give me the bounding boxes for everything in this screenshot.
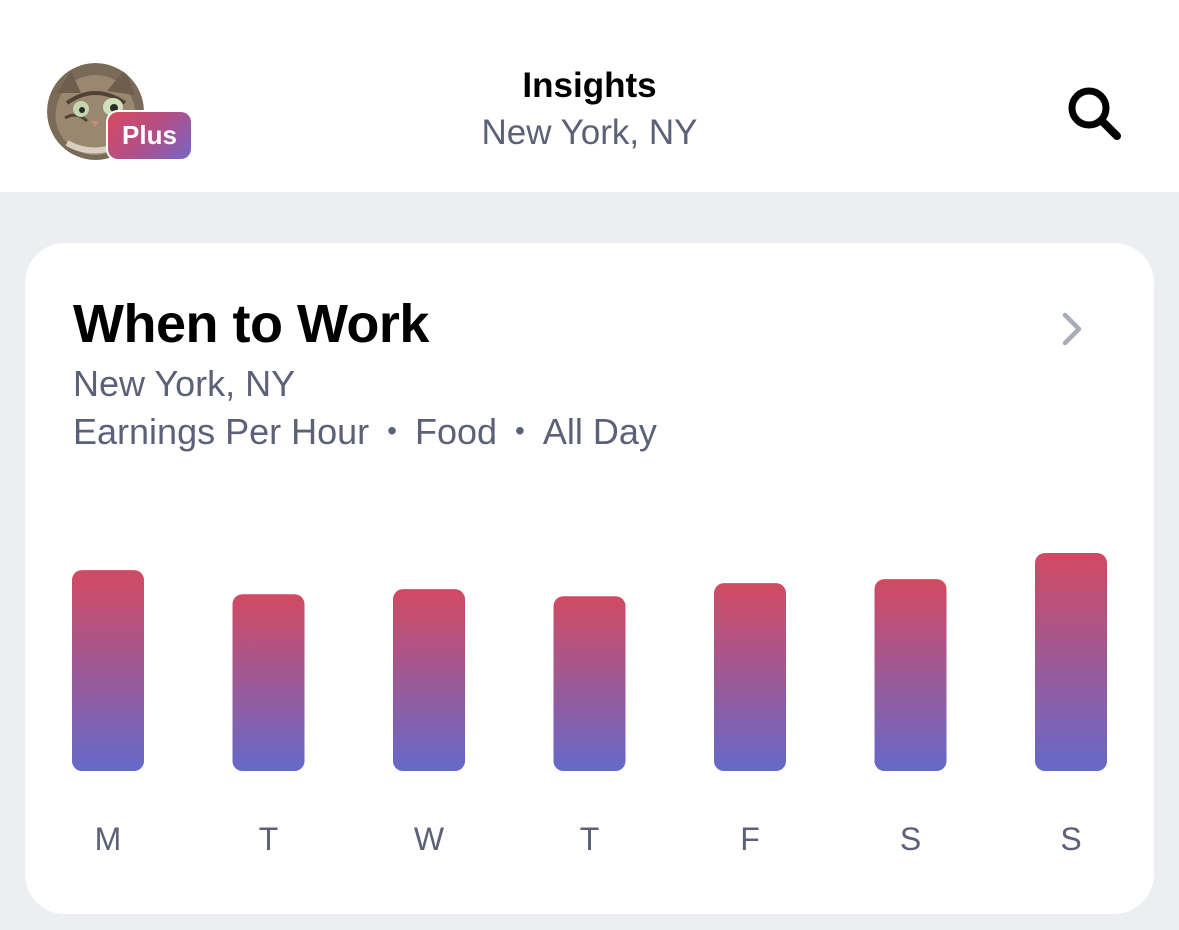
bar-2[interactable] (393, 589, 465, 771)
earnings-bar-chart: MTWTFSS (72, 553, 1107, 857)
day-label-2: W (414, 821, 445, 857)
bar-5[interactable] (874, 579, 947, 771)
day-label-3: T (580, 821, 600, 857)
search-icon (1068, 87, 1121, 140)
bar-4[interactable] (714, 583, 786, 771)
day-label-4: F (740, 821, 760, 857)
page-title: Insights (522, 66, 657, 105)
bar-6[interactable] (1035, 553, 1107, 771)
search-button[interactable] (1063, 82, 1127, 146)
when-to-work-card[interactable]: When to Work New York, NY Earnings Per H… (25, 243, 1154, 914)
location-subtitle: New York, NY (481, 113, 698, 152)
day-label-5: S (900, 821, 921, 857)
bar-3[interactable] (553, 596, 626, 771)
app-header: Plus Insights New York, NY (0, 0, 1179, 192)
bar-0[interactable] (72, 570, 144, 771)
bar-1[interactable] (232, 594, 305, 771)
day-label-6: S (1060, 821, 1081, 857)
day-label-0: M (95, 821, 122, 857)
day-label-1: T (259, 821, 279, 857)
